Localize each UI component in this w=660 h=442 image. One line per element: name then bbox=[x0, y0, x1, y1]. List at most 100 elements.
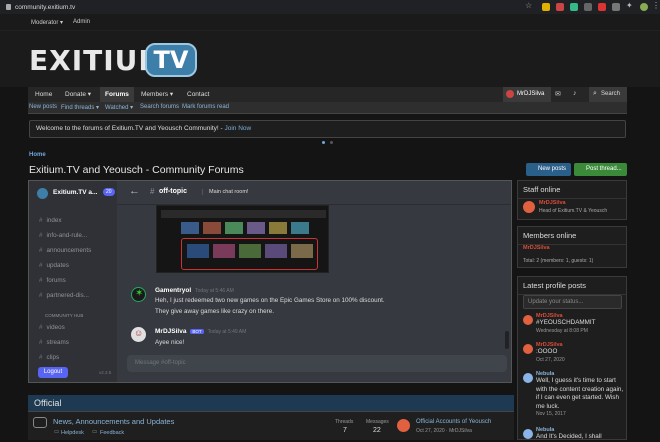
image-tile bbox=[269, 222, 287, 234]
post-text: And It's Decided, I shall bbox=[536, 433, 602, 440]
puzzle-icon[interactable]: ✦ bbox=[626, 1, 633, 10]
carousel-dot[interactable] bbox=[322, 141, 325, 144]
carousel-dot[interactable] bbox=[330, 141, 333, 144]
breadcrumb[interactable]: Home bbox=[29, 152, 46, 158]
new-posts-button[interactable]: New posts bbox=[526, 163, 571, 176]
post-date[interactable]: Nov 15, 2017 bbox=[536, 411, 624, 417]
extension-icon[interactable] bbox=[598, 3, 606, 11]
post-thread-label: Post thread... bbox=[586, 166, 622, 172]
extension-icon[interactable] bbox=[556, 3, 564, 11]
back-arrow-icon[interactable]: ← bbox=[129, 185, 140, 197]
notice-text: Welcome to the forums of Exitium.TV and … bbox=[36, 125, 225, 132]
search-button[interactable]: ⌕ Search bbox=[589, 87, 627, 102]
sub-nav: New posts Find threads ▾ Watched ▾ Searc… bbox=[28, 102, 627, 114]
post-date[interactable]: Oct 27, 2020 bbox=[536, 357, 624, 363]
channel-streams[interactable]: # streams bbox=[39, 339, 69, 346]
post-date[interactable]: Wednesday at 8:08 PM bbox=[536, 328, 624, 334]
bell-icon[interactable]: ♪ bbox=[573, 90, 577, 97]
avatar[interactable] bbox=[397, 419, 410, 432]
block-title: Staff online bbox=[518, 181, 626, 199]
star-icon[interactable]: ☆ bbox=[525, 1, 532, 10]
extension-icon[interactable] bbox=[570, 3, 578, 11]
admin-link[interactable]: Admin bbox=[73, 19, 90, 25]
address-bar[interactable]: community.exitium.tv bbox=[15, 4, 75, 11]
extension-icon[interactable] bbox=[542, 3, 550, 11]
message-text: They give away games like crazy on there… bbox=[155, 308, 274, 315]
message-timestamp: Today at 5:46 AM bbox=[195, 288, 234, 294]
message-author[interactable]: Gamentryol bbox=[155, 287, 191, 294]
discord-sidebar: Exitium.TV a... 20 # index # info-and-rule… bbox=[29, 181, 117, 382]
forum-title[interactable]: News, Announcements and Updates bbox=[53, 417, 174, 426]
nav-donate[interactable]: Donate ▾ bbox=[60, 87, 96, 102]
nav-contact[interactable]: Contact bbox=[182, 87, 214, 102]
channel-clips[interactable]: # clips bbox=[39, 354, 59, 361]
face-icon: ☺ bbox=[134, 328, 144, 338]
server-name[interactable]: Exitium.TV a... bbox=[53, 189, 97, 196]
nav-home[interactable]: Home bbox=[30, 87, 57, 102]
category-label[interactable]: COMMUNITY HUB bbox=[45, 313, 83, 318]
subnav-watched[interactable]: Watched ▾ bbox=[105, 104, 133, 111]
nav-forums[interactable]: Forums bbox=[100, 87, 134, 102]
channel-label: videos bbox=[46, 324, 65, 331]
channel-videos[interactable]: # videos bbox=[39, 324, 65, 331]
menu-icon[interactable]: ⋮ bbox=[652, 1, 660, 10]
channel-updates[interactable]: # updates bbox=[39, 262, 69, 269]
channel-index[interactable]: # index bbox=[39, 217, 62, 224]
forum-row: News, Announcements and Updates ▭ Helpde… bbox=[28, 412, 514, 440]
extension-icon[interactable] bbox=[612, 3, 620, 11]
join-now-link[interactable]: Join Now bbox=[224, 125, 251, 132]
image-tile bbox=[225, 222, 243, 234]
message-author[interactable]: MrDJSilva bbox=[155, 328, 186, 335]
avatar[interactable] bbox=[523, 315, 533, 325]
main-nav: Home Donate ▾ Forums Members ▾ Contact M… bbox=[28, 87, 627, 102]
subnav-mark-read[interactable]: Mark forums read bbox=[182, 104, 229, 110]
last-post-meta: Oct 27, 2020 · MrDJSilva bbox=[416, 428, 472, 434]
feedback-icon: ▭ bbox=[92, 429, 98, 435]
avatar[interactable]: ☺ bbox=[131, 327, 146, 342]
embedded-image[interactable] bbox=[156, 205, 329, 273]
page-title: Exitium.TV and Yeousch - Community Forum… bbox=[29, 164, 244, 176]
channel-forums[interactable]: # forums bbox=[39, 277, 66, 284]
user-menu[interactable]: MrDJSilva bbox=[503, 87, 551, 102]
post-thread-button[interactable]: Post thread... bbox=[574, 163, 627, 176]
block-title: Latest profile posts bbox=[518, 277, 626, 295]
member-name[interactable]: MrDJSilva bbox=[523, 245, 550, 251]
staff-bar: Moderator ▾ Admin bbox=[0, 14, 660, 31]
staff-online-block: Staff online MrDJSilva Head of Exitium.T… bbox=[517, 180, 627, 220]
avatar[interactable] bbox=[523, 373, 533, 383]
category-header[interactable]: Official bbox=[28, 395, 514, 412]
channel-announcements[interactable]: # announcements bbox=[39, 247, 91, 254]
scrollbar[interactable] bbox=[505, 331, 509, 349]
image-tile bbox=[181, 222, 199, 234]
subnav-find-threads[interactable]: Find threads ▾ bbox=[61, 104, 99, 111]
post-text: #YEOUSCHDAMMIT bbox=[536, 319, 596, 326]
logout-button[interactable]: Logout bbox=[38, 367, 68, 378]
nav-members[interactable]: Members ▾ bbox=[136, 87, 178, 102]
status-input[interactable]: Update your status... bbox=[523, 295, 622, 309]
extension-icon[interactable] bbox=[584, 3, 592, 11]
avatar[interactable] bbox=[523, 201, 535, 213]
mail-icon[interactable]: ✉ bbox=[555, 90, 561, 98]
channel-label: index bbox=[46, 217, 62, 224]
avatar bbox=[506, 90, 514, 98]
subnav-new-posts[interactable]: New posts bbox=[29, 104, 57, 110]
channel-partnered[interactable]: # partnered-dis... bbox=[39, 292, 89, 299]
last-post-title[interactable]: Official Accounts of Yeousch bbox=[416, 419, 491, 425]
staff-name[interactable]: MrDJSilva bbox=[539, 200, 566, 206]
site-logo-tv[interactable]: TV bbox=[145, 43, 197, 77]
channel-label: announcements bbox=[46, 247, 92, 254]
subforum-helpdesk[interactable]: Helpdesk bbox=[61, 430, 84, 436]
profile-icon[interactable] bbox=[640, 3, 648, 11]
avatar[interactable] bbox=[523, 429, 533, 439]
avatar[interactable] bbox=[523, 344, 533, 354]
subnav-search-forums[interactable]: Search forums bbox=[140, 104, 179, 110]
channel-info[interactable]: # info-and-rule... bbox=[39, 232, 87, 239]
message-input[interactable]: Message #off-topic bbox=[127, 355, 507, 372]
avatar[interactable]: ✶ bbox=[131, 287, 146, 302]
subforum-feedback[interactable]: Feedback bbox=[100, 430, 124, 436]
browser-bar: community.exitium.tv ☆ ✦ ⋮ bbox=[0, 0, 660, 14]
moderator-menu[interactable]: Moderator ▾ bbox=[31, 19, 63, 26]
message: MrDJSilva BOT Today at 5:49 AM bbox=[155, 328, 246, 335]
messages-count: 22 bbox=[373, 427, 381, 434]
channel-label: streams bbox=[46, 339, 69, 346]
